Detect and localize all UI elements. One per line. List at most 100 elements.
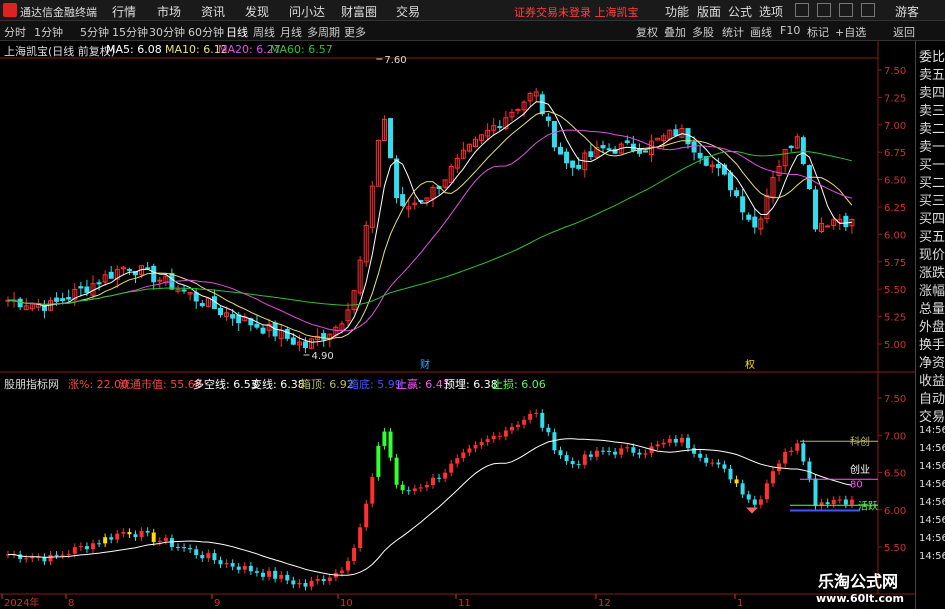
candle-body — [126, 268, 132, 271]
sp-sell3[interactable]: 卖三 — [919, 100, 945, 119]
candle-body — [284, 328, 290, 339]
sub-candle-body — [248, 565, 253, 572]
candle-body — [181, 289, 187, 292]
candle-body — [740, 196, 746, 213]
sp-auto[interactable]: 自动 — [919, 388, 945, 407]
event-marker-rights: 权 — [745, 358, 755, 371]
sp-volume[interactable]: 总量 — [919, 298, 945, 317]
sub-candle-body — [169, 538, 174, 547]
sub-candle-body — [807, 461, 812, 479]
candle-body — [539, 94, 545, 115]
sub-candle-body — [443, 472, 448, 479]
candle-body — [157, 279, 163, 282]
sub-candle-body — [564, 455, 569, 462]
sub-candle-body — [509, 426, 514, 431]
sub-candle-body — [661, 442, 666, 445]
candle-body — [551, 121, 557, 148]
time-axis-label: 10 — [340, 598, 353, 609]
sub-candle-body — [570, 461, 575, 465]
sub-candle-body — [261, 572, 265, 577]
sub-candle-body — [831, 499, 836, 505]
candle-body — [800, 137, 806, 164]
sub-candle-body — [327, 577, 332, 582]
sp-buy1[interactable]: 买一 — [919, 154, 945, 173]
sp-turnover[interactable]: 换手 — [919, 334, 945, 353]
sp-trade[interactable]: 交易 — [919, 406, 945, 425]
candle-body — [108, 271, 114, 279]
sub-candle-body — [534, 412, 539, 414]
sub-candle-body — [30, 557, 35, 559]
main-axis-label: 6.00 — [884, 230, 906, 241]
sub-candle-body — [837, 499, 842, 501]
candle-body — [624, 140, 630, 143]
time-axis-label: 8 — [68, 598, 74, 609]
time-axis-label: 9 — [214, 598, 220, 609]
sub-candle-body — [242, 565, 247, 570]
main-axis-label: 7.00 — [884, 121, 906, 132]
longshort-line — [8, 438, 852, 576]
sub-candle-body — [200, 554, 205, 559]
sp-weibi[interactable]: 委比 — [919, 46, 945, 65]
tag-80: 80 — [850, 480, 863, 491]
kline-chart[interactable]: 7.50 7.25 7.00 6.75 6.50 6.25 6.00 5.75 5.50 5.25… — [0, 0, 915, 609]
sub-candle-body — [728, 468, 733, 480]
sp-price[interactable]: 现价 — [919, 244, 945, 263]
time-axis-label: 1 — [737, 598, 743, 609]
sub-candle-body — [115, 533, 120, 540]
main-axis-label: 6.75 — [884, 148, 906, 159]
sp-sell2[interactable]: 卖二 — [919, 118, 945, 137]
quote-side-panel: 委比 卖五 卖四 卖三 卖二 卖一 买一 买二 买三 买四 买五 现价 涨跌 涨… — [915, 41, 945, 609]
watermark-title: 乐淘公式网 — [818, 572, 899, 591]
sp-time-6: 14:56 — [919, 533, 945, 544]
sp-change-pct[interactable]: 涨幅 — [919, 280, 945, 299]
candle-body — [303, 341, 308, 348]
sub-candle-body — [315, 579, 320, 581]
sub-candle-body — [236, 566, 241, 570]
sub-candle-body — [176, 546, 180, 548]
high-marker-label: 7.60 — [384, 55, 406, 66]
candle-body — [697, 152, 703, 159]
sub-candle-body — [267, 570, 272, 577]
sub-candle-body — [686, 437, 690, 449]
sub-candle-body — [631, 447, 636, 453]
candle-body — [643, 150, 648, 153]
sp-sell4[interactable]: 卖四 — [919, 82, 945, 101]
time-axis-label: 11 — [458, 598, 471, 609]
sub-candle-body — [273, 570, 278, 579]
candle-body — [199, 303, 205, 307]
sp-buy3[interactable]: 买三 — [919, 190, 945, 209]
sub-candle-body — [424, 484, 429, 488]
sp-earnings[interactable]: 收益 — [919, 370, 945, 389]
sub-candle-body — [722, 464, 727, 469]
sub-candle-body — [497, 435, 502, 437]
sp-change[interactable]: 涨跌 — [919, 262, 945, 281]
candle-body — [193, 292, 199, 302]
sub-candle-body — [212, 553, 217, 561]
candle-body — [515, 108, 521, 111]
candle-body — [394, 158, 400, 199]
sub-candle-body — [382, 431, 387, 446]
sp-sell1[interactable]: 卖一 — [919, 136, 945, 155]
sub-candle-body — [516, 424, 520, 427]
sub-candle-body — [522, 419, 527, 425]
sp-netasset[interactable]: 净资 — [919, 352, 945, 371]
candle-body — [788, 145, 794, 149]
sp-buy5[interactable]: 买五 — [919, 226, 945, 245]
sub-candle-body — [321, 579, 326, 582]
legend-boxtop: 箱顶: 6.92 — [300, 378, 354, 391]
main-axis-label: 5.50 — [884, 285, 906, 296]
watermark-url: www.60lt.com — [816, 592, 905, 605]
sub-candle-body — [84, 546, 89, 550]
sp-buy4[interactable]: 买四 — [919, 208, 945, 227]
sub-axis-label: 5.50 — [884, 543, 906, 554]
candle-body — [734, 190, 740, 197]
time-axis-label: 12 — [598, 598, 611, 609]
sp-outer[interactable]: 外盘 — [919, 316, 945, 335]
sub-candle-body — [546, 427, 551, 433]
sp-sell5[interactable]: 卖五 — [919, 64, 945, 83]
sub-candle-body — [254, 571, 259, 573]
candle-body — [145, 267, 151, 270]
sub-candle-body — [224, 563, 229, 565]
candle-body — [606, 148, 612, 151]
sp-buy2[interactable]: 买二 — [919, 172, 945, 191]
